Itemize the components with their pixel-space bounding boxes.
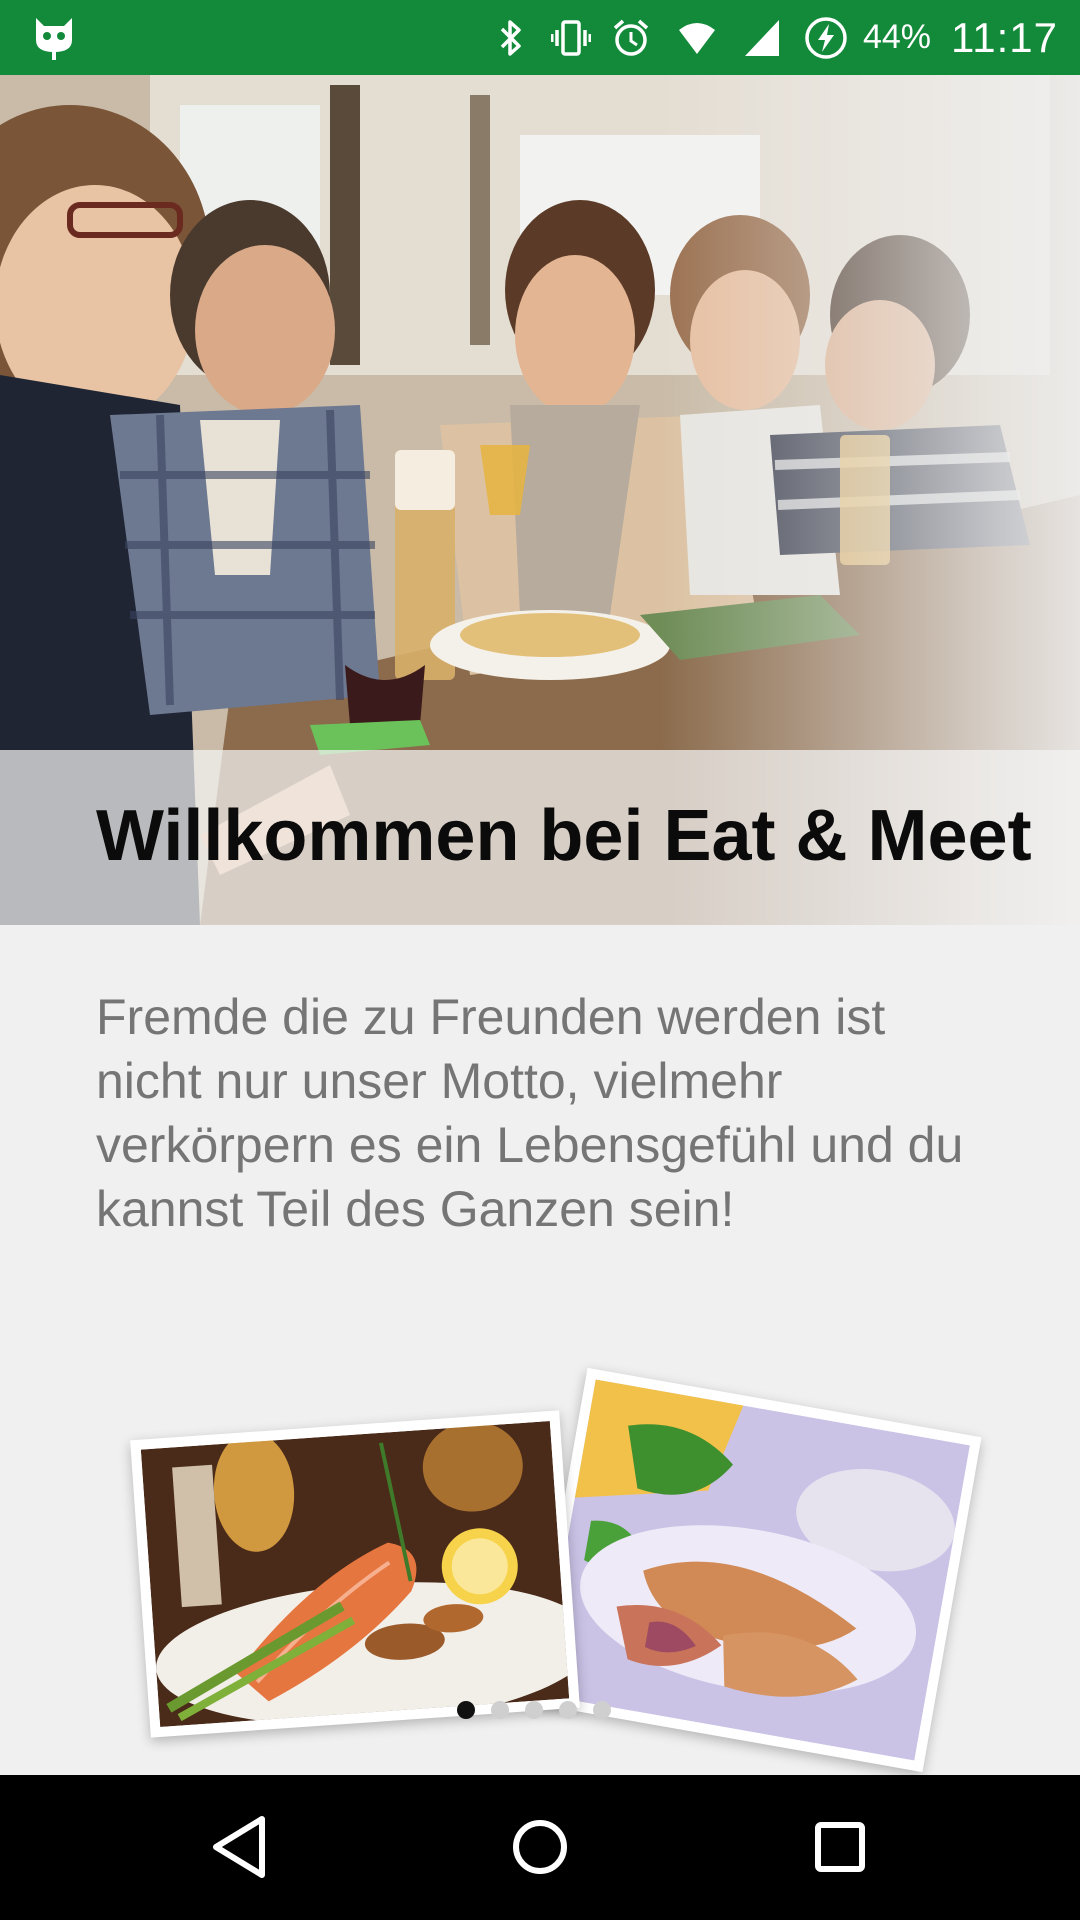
home-button[interactable] bbox=[490, 1797, 590, 1897]
page-dot-4[interactable] bbox=[559, 1701, 577, 1719]
clock: 11:17 bbox=[951, 13, 1058, 61]
page-dot-2[interactable] bbox=[491, 1701, 509, 1719]
battery-charging-icon bbox=[805, 16, 847, 59]
bluetooth-icon bbox=[500, 19, 521, 56]
status-icons: 44% 11:17 bbox=[491, 0, 1058, 75]
page-dot-3[interactable] bbox=[525, 1701, 543, 1719]
battery-percentage: 44% bbox=[862, 18, 931, 56]
welcome-title: Willkommen bei Eat & Meet bbox=[96, 796, 1032, 876]
intro-description: Fremde die zu Freunden werden ist nicht … bbox=[96, 989, 964, 1237]
screen: 44% 11:17 Willkommen bei Eat & Meet Frem… bbox=[0, 0, 1080, 1920]
back-button[interactable] bbox=[190, 1797, 290, 1897]
cellular-signal-icon bbox=[744, 19, 779, 56]
vibrate-icon bbox=[550, 19, 591, 56]
page-dot-5[interactable] bbox=[593, 1701, 611, 1719]
recents-icon bbox=[815, 1822, 865, 1872]
hero-banner: Willkommen bei Eat & Meet bbox=[0, 75, 1080, 925]
salmon-dish-photo bbox=[130, 1410, 580, 1738]
status-bar: 44% 11:17 bbox=[0, 0, 1080, 75]
alarm-icon bbox=[613, 19, 649, 56]
home-icon bbox=[513, 1820, 567, 1874]
wifi-icon bbox=[678, 22, 715, 54]
navigation-bar bbox=[0, 1775, 1080, 1920]
cyanogen-mascot-icon bbox=[36, 18, 72, 60]
page-dot-1[interactable] bbox=[457, 1701, 475, 1719]
page-indicator bbox=[457, 1700, 611, 1720]
back-icon bbox=[213, 1816, 265, 1878]
recents-button[interactable] bbox=[790, 1797, 890, 1897]
